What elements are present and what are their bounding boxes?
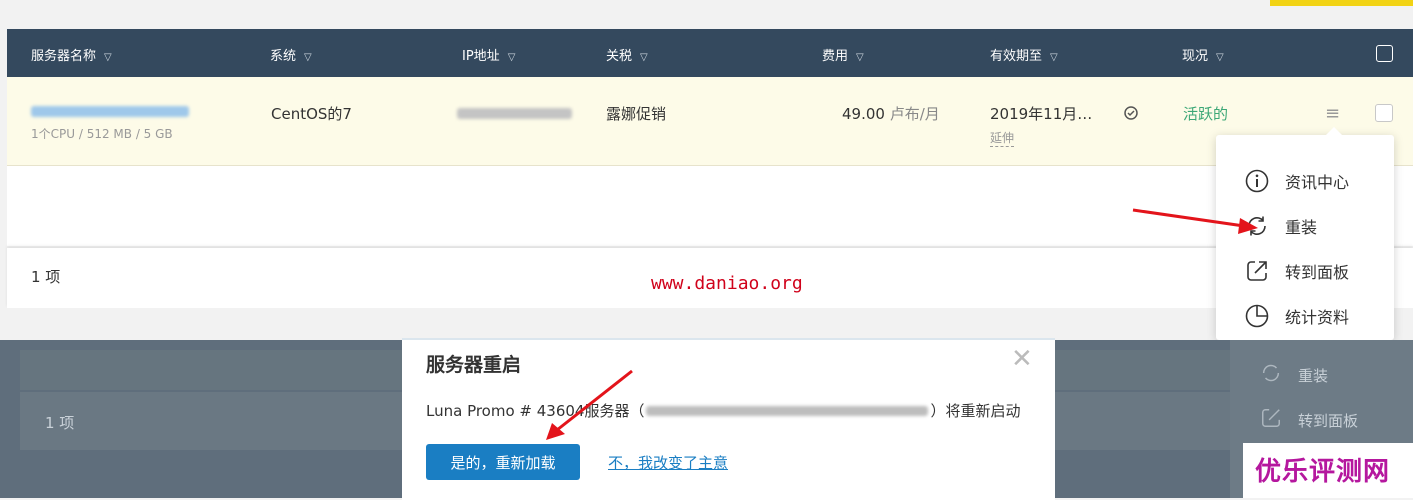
annotation-arrows xyxy=(546,208,1258,440)
arrow-to-confirm xyxy=(546,369,633,440)
arrow-to-reinstall xyxy=(1132,208,1258,234)
brand-watermark: 优乐评测网 xyxy=(1243,443,1413,498)
